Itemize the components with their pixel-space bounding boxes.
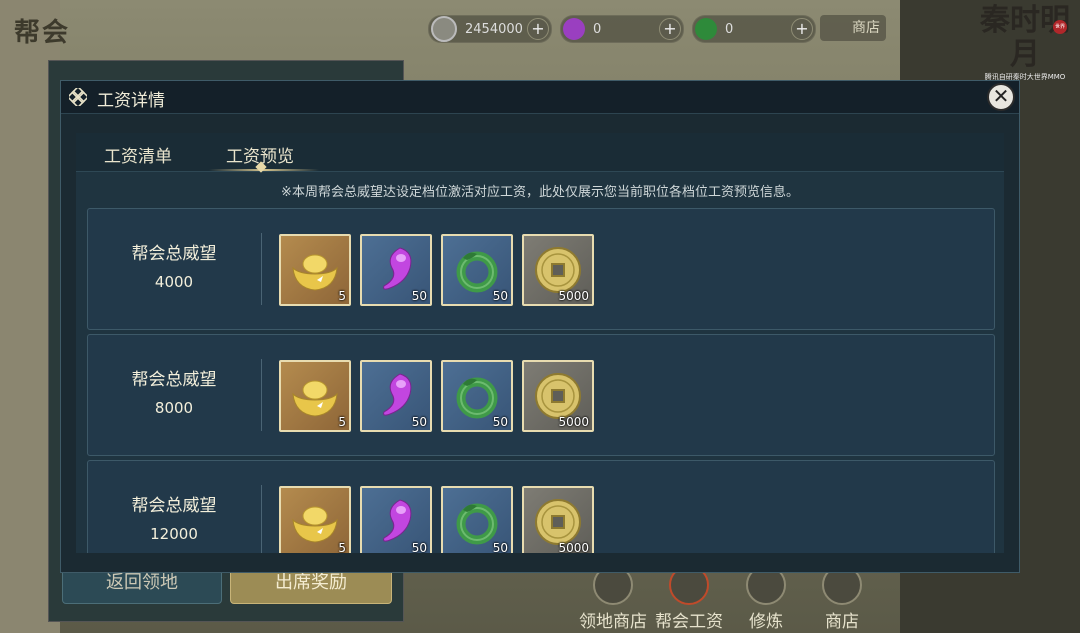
nav-guild-salary-label: 帮会工资 bbox=[655, 612, 723, 632]
nav-cultivate[interactable]: 修炼 bbox=[738, 565, 794, 632]
tab-bar: 工资清单 工资预览 bbox=[76, 133, 1004, 173]
reward-count: 5 bbox=[338, 415, 346, 429]
reward-item[interactable]: 50 bbox=[441, 234, 513, 306]
reward-count: 5 bbox=[338, 541, 346, 553]
add-jade-button[interactable]: + bbox=[791, 18, 813, 40]
reward-item[interactable]: 5 bbox=[279, 486, 351, 553]
reward-item[interactable]: 50 bbox=[360, 486, 432, 553]
reward-count: 50 bbox=[492, 415, 508, 429]
tier-prestige-value: 4000 bbox=[154, 273, 194, 291]
reward-item[interactable]: 5 bbox=[279, 360, 351, 432]
purple-gem-value: 0 bbox=[593, 21, 602, 37]
salary-tier-row: 帮会总威望 12000 5 50 50 5000 bbox=[87, 460, 995, 553]
tier-label: 帮会总威望 bbox=[131, 496, 217, 516]
purple-gem-icon bbox=[563, 18, 585, 40]
logo-badge: 世界 bbox=[1053, 20, 1067, 34]
dialog-header: 工资详情 ✕ bbox=[61, 81, 1019, 114]
jade-resource: 0 + bbox=[692, 15, 816, 43]
guild-page-title: 帮会 bbox=[14, 18, 71, 48]
reward-count: 50 bbox=[492, 541, 508, 553]
reward-count: 50 bbox=[492, 289, 508, 303]
add-coin-button[interactable]: + bbox=[527, 18, 549, 40]
reward-item[interactable]: 5000 bbox=[522, 360, 594, 432]
reward-item[interactable]: 50 bbox=[360, 234, 432, 306]
reward-item[interactable]: 5000 bbox=[522, 486, 594, 553]
reward-count: 5000 bbox=[558, 289, 589, 303]
nav-cultivate-label: 修炼 bbox=[749, 612, 783, 632]
game-logo: 秦时明月 腾讯自研秦时大世界MMO 世界 bbox=[975, 4, 1075, 82]
salary-details-dialog: 工资详情 ✕ 工资清单 工资预览 ※本周帮会总威望达设定档位激活对应工资，此处仅… bbox=[60, 80, 1020, 573]
salary-notice: ※本周帮会总威望达设定档位激活对应工资，此处仅展示您当前职位各档位工资预览信息。 bbox=[281, 185, 799, 200]
tier-label: 帮会总威望 bbox=[131, 370, 217, 390]
reward-count: 5 bbox=[338, 289, 346, 303]
reward-item[interactable]: 5000 bbox=[522, 234, 594, 306]
reward-count: 50 bbox=[411, 415, 427, 429]
reward-count: 5000 bbox=[558, 415, 589, 429]
tier-divider bbox=[261, 359, 262, 431]
jade-icon bbox=[695, 18, 717, 40]
coin-value: 2454000 bbox=[465, 21, 523, 37]
nav-shop[interactable]: 商店 bbox=[814, 565, 870, 632]
logo-text: 秦时明月 bbox=[980, 3, 1070, 72]
tier-prestige-value: 12000 bbox=[150, 525, 198, 543]
coin-icon bbox=[431, 16, 457, 42]
reward-item[interactable]: 50 bbox=[360, 360, 432, 432]
reward-item[interactable]: 50 bbox=[441, 486, 513, 553]
reward-item[interactable]: 50 bbox=[441, 360, 513, 432]
tier-divider bbox=[261, 233, 262, 305]
nav-territory-shop[interactable]: 领地商店 bbox=[576, 565, 650, 632]
jade-value: 0 bbox=[725, 21, 734, 37]
dialog-content: 工资清单 工资预览 ※本周帮会总威望达设定档位激活对应工资，此处仅展示您当前职位… bbox=[76, 133, 1004, 553]
dialog-title: 工资详情 bbox=[97, 91, 165, 111]
salary-tier-row: 帮会总威望 8000 5 50 50 5000 bbox=[87, 334, 995, 456]
reward-count: 5000 bbox=[558, 541, 589, 553]
coin-resource: 2454000 + bbox=[428, 15, 552, 43]
nav-shop-label: 商店 bbox=[825, 612, 859, 632]
tier-divider bbox=[261, 485, 262, 553]
tier-prestige-value: 8000 bbox=[154, 399, 194, 417]
add-purple-gem-button[interactable]: + bbox=[659, 18, 681, 40]
purple-gem-resource: 0 + bbox=[560, 15, 684, 43]
nav-guild-salary[interactable]: 帮会工资 bbox=[652, 565, 726, 632]
close-button[interactable]: ✕ bbox=[987, 83, 1015, 111]
close-icon: ✕ bbox=[992, 84, 1010, 108]
diamond-knot-icon bbox=[69, 88, 87, 106]
nav-territory-shop-label: 领地商店 bbox=[579, 612, 647, 632]
shop-button[interactable]: 商店 bbox=[820, 15, 886, 41]
tab-salary-list[interactable]: 工资清单 bbox=[104, 142, 172, 167]
tier-label: 帮会总威望 bbox=[131, 244, 217, 264]
reward-count: 50 bbox=[411, 289, 427, 303]
salary-tier-row: 帮会总威望 4000 5 50 50 5000 bbox=[87, 208, 995, 330]
reward-count: 50 bbox=[411, 541, 427, 553]
salary-tier-list[interactable]: 帮会总威望 4000 5 50 50 5000 帮会总威望 8000 5 50 50 500… bbox=[87, 208, 995, 553]
reward-item[interactable]: 5 bbox=[279, 234, 351, 306]
